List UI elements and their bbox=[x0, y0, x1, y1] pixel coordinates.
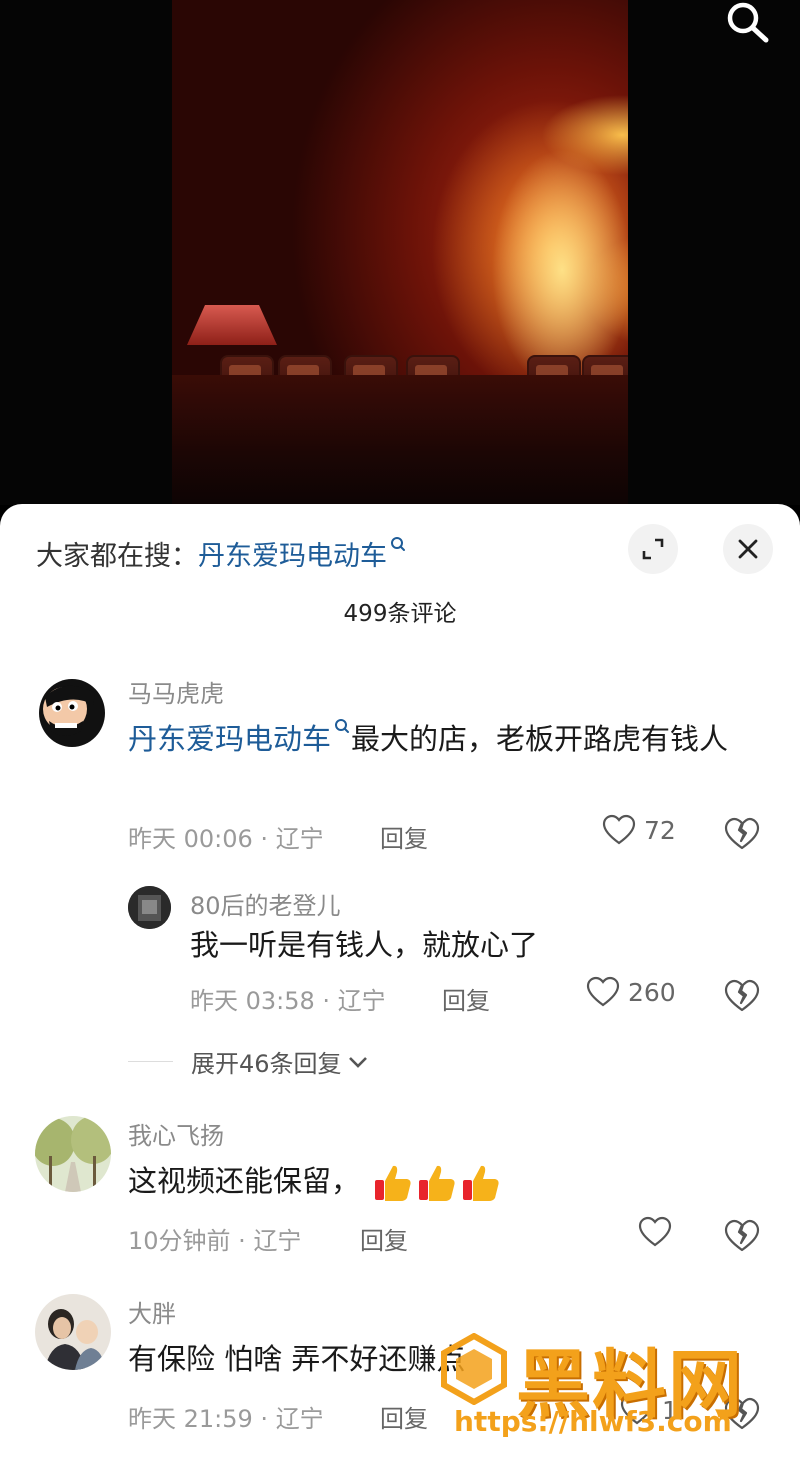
comment-time: 昨天 00:06 bbox=[128, 825, 253, 853]
comment-meta: 昨天 21:59 · 辽宁 bbox=[128, 1405, 324, 1433]
expand-icon bbox=[642, 538, 664, 560]
chevron-down-icon bbox=[348, 1056, 367, 1068]
hot-search-keyword[interactable]: 丹东爱玛电动车 bbox=[198, 541, 387, 572]
keyword-search-icon bbox=[335, 719, 350, 733]
comment-count: 499条评论 bbox=[343, 601, 457, 627]
comment-region: 辽宁 bbox=[275, 825, 324, 853]
hot-search-bar[interactable]: 大家都在搜：丹东爱玛电动车 bbox=[36, 534, 407, 573]
comment-region: 辽宁 bbox=[275, 1405, 324, 1433]
comment-username[interactable]: 我心飞扬 bbox=[128, 1116, 224, 1151]
hot-search-prefix: 大家都在搜： bbox=[36, 541, 198, 572]
thumbs-up-emoji-icon bbox=[419, 1165, 455, 1201]
comment-text: 这视频还能保留， bbox=[128, 1158, 768, 1204]
heart-icon bbox=[586, 976, 620, 1007]
expand-replies-button[interactable]: 展开46条回复 bbox=[128, 1044, 370, 1079]
watermark-logo-icon bbox=[441, 1333, 507, 1405]
tree-road-avatar-icon bbox=[35, 1116, 111, 1192]
watermark: 黑料网 https://hlwf3.com bbox=[438, 1325, 778, 1445]
heart-icon bbox=[638, 1216, 672, 1247]
reply-button[interactable]: 回复 bbox=[380, 1399, 428, 1434]
reply-button[interactable]: 回复 bbox=[380, 819, 428, 854]
comment-meta: 10分钟前 · 辽宁 bbox=[128, 1227, 302, 1255]
watermark-url: https://hlwf3.com bbox=[454, 1405, 732, 1438]
video-player[interactable] bbox=[0, 0, 800, 505]
thumbs-up-emoji-icon bbox=[375, 1165, 411, 1201]
comment-region: 辽宁 bbox=[253, 1227, 302, 1255]
avatar[interactable] bbox=[35, 675, 109, 749]
family-photo-avatar-icon bbox=[35, 1294, 111, 1370]
divider bbox=[128, 1061, 173, 1062]
cartoon-face-avatar-icon bbox=[39, 679, 105, 747]
close-button[interactable] bbox=[723, 524, 773, 574]
dark-portrait-avatar-icon bbox=[128, 886, 171, 929]
comment-text: 丹东爱玛电动车 最大的店，老板开路虎有钱人 bbox=[128, 716, 768, 762]
avatar[interactable] bbox=[35, 1116, 111, 1192]
expand-panel-button[interactable] bbox=[628, 524, 678, 574]
comment-meta: 昨天 00:06 · 辽宁 bbox=[128, 825, 324, 853]
reply-button[interactable]: 回复 bbox=[442, 981, 490, 1016]
like-count: 260 bbox=[628, 977, 676, 1007]
like-button[interactable]: 72 bbox=[602, 814, 676, 846]
expand-replies-label: 展开46条回复 bbox=[191, 1050, 342, 1078]
avatar[interactable] bbox=[35, 1294, 111, 1370]
reply-region: 辽宁 bbox=[337, 987, 386, 1015]
reply-text: 我一听是有钱人，就放心了 bbox=[190, 928, 539, 962]
keyword-search-icon bbox=[391, 537, 405, 551]
like-button[interactable]: 260 bbox=[586, 976, 676, 1008]
comment-time: 昨天 21:59 bbox=[128, 1405, 253, 1433]
heart-icon bbox=[602, 814, 636, 845]
tent-shape bbox=[187, 305, 277, 345]
comment-keyword-link[interactable]: 丹东爱玛电动车 bbox=[128, 722, 331, 756]
broken-heart-icon[interactable] bbox=[724, 1219, 760, 1253]
fire-video-frame[interactable] bbox=[172, 0, 628, 505]
comment-username[interactable]: 马马虎虎 bbox=[128, 674, 224, 709]
comment-time: 10分钟前 bbox=[128, 1227, 231, 1255]
avatar[interactable] bbox=[128, 886, 171, 929]
broken-heart-icon[interactable] bbox=[724, 817, 760, 851]
comment-username[interactable]: 大胖 bbox=[128, 1294, 176, 1329]
like-count: 72 bbox=[644, 815, 676, 845]
comment-panel: 大家都在搜：丹东爱玛电动车 499条评论 马马虎虎 丹东爱玛电动车 最大的店，老… bbox=[0, 504, 800, 1467]
reply-time: 昨天 03:58 bbox=[190, 987, 315, 1015]
comment-body: 这视频还能保留， bbox=[128, 1164, 361, 1198]
ground-shape bbox=[172, 375, 628, 505]
comment-body: 最大的店，老板开路虎有钱人 bbox=[351, 722, 729, 756]
close-icon bbox=[738, 539, 758, 559]
thumbs-up-emoji-icon bbox=[463, 1165, 499, 1201]
like-button[interactable] bbox=[638, 1216, 672, 1248]
search-icon[interactable] bbox=[722, 0, 772, 46]
broken-heart-icon[interactable] bbox=[724, 979, 760, 1013]
reply-meta: 昨天 03:58 · 辽宁 bbox=[190, 987, 386, 1015]
reply-button[interactable]: 回复 bbox=[360, 1221, 408, 1256]
comment-body: 有保险 怕啥 弄不好还赚点 bbox=[128, 1342, 466, 1376]
reply-username[interactable]: 80后的老登儿 bbox=[190, 886, 341, 921]
